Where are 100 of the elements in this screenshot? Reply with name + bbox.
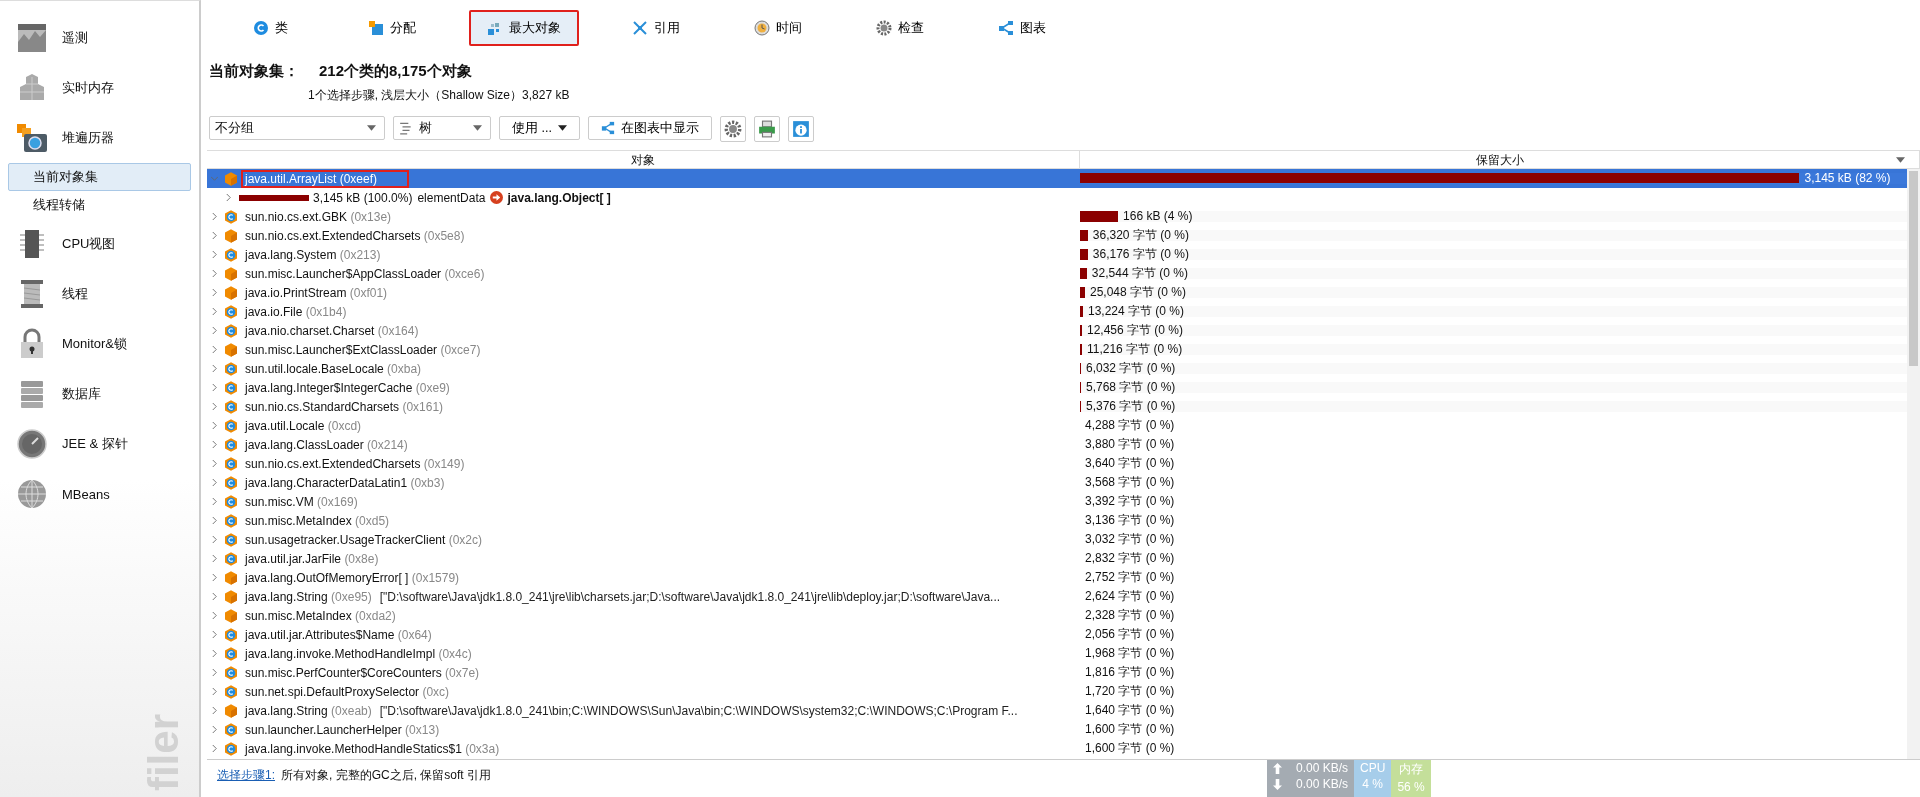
sidebar-item[interactable]: Monitor&锁 xyxy=(0,319,199,369)
table-row[interactable]: java.lang.CharacterDataLatin1 (0xb3) 3,568 字节 (0 %) xyxy=(207,473,1907,492)
size-bar xyxy=(239,194,309,201)
grouping-dropdown[interactable]: 不分组 xyxy=(209,116,385,140)
sidebar-subitem[interactable]: 当前对象集 xyxy=(8,163,191,191)
expand-icon[interactable] xyxy=(211,460,218,467)
table-row[interactable]: sun.misc.PerfCounter$CoreCounters (0x7e) 1,816 字节 (0 %) xyxy=(207,663,1907,682)
upload-icon xyxy=(1273,762,1282,774)
sidebar-item[interactable]: 线程 xyxy=(0,269,199,319)
class-icon xyxy=(225,209,237,224)
expand-icon[interactable] xyxy=(211,270,218,277)
retained-size: 4,288 字节 (0 %) xyxy=(1084,417,1176,434)
table-row[interactable]: sun.nio.cs.StandardCharsets (0x161) 5,376 字节 (0 %) xyxy=(207,397,1907,416)
table-row[interactable]: sun.util.locale.BaseLocale (0xba) 6,032 字节 (0 %) xyxy=(207,359,1907,378)
settings-button[interactable] xyxy=(719,116,746,142)
table-row[interactable]: sun.nio.cs.ext.ExtendedCharsets (0x149) 3,640 字节 (0 %) xyxy=(207,454,1907,473)
expand-icon[interactable] xyxy=(211,441,218,448)
table-row[interactable]: 3,145 kB (100.0%) elementData java.lang.Object[ ] xyxy=(207,188,1907,207)
expand-icon[interactable] xyxy=(211,251,218,258)
sidebar-item[interactable]: 遥测 xyxy=(0,13,199,63)
table-row[interactable]: java.util.ArrayList (0xeef) 3,145 kB (82 %) xyxy=(207,169,1907,188)
tab[interactable]: 类 xyxy=(225,10,315,46)
table-row[interactable]: java.util.jar.JarFile (0x8e) 2,832 字节 (0 %) xyxy=(207,549,1907,568)
table-row[interactable]: sun.misc.Launcher$AppClassLoader (0xce6) 32,544 字节 (0 %) xyxy=(207,264,1907,283)
expand-icon[interactable] xyxy=(211,289,218,296)
table-row[interactable]: java.lang.Integer$IntegerCache (0xe9) 5,768 字节 (0 %) xyxy=(207,378,1907,397)
table-row[interactable]: sun.usagetracker.UsageTrackerClient (0x2c) 3,032 字节 (0 %) xyxy=(207,530,1907,549)
expand-icon[interactable] xyxy=(211,403,218,410)
expand-icon[interactable] xyxy=(225,194,232,201)
tab[interactable]: 时间 xyxy=(733,10,823,46)
table-row[interactable]: sun.nio.cs.ext.GBK (0x13e) 166 kB (4 %) xyxy=(207,207,1907,226)
expand-icon[interactable] xyxy=(211,365,218,372)
expand-icon[interactable] xyxy=(211,384,218,391)
expand-icon[interactable] xyxy=(211,213,218,220)
tab[interactable]: 图表 xyxy=(977,10,1067,46)
expand-icon[interactable] xyxy=(211,745,218,752)
tab[interactable]: 最大对象 xyxy=(469,10,579,46)
show-in-graph-button[interactable]: 在图表中显示 xyxy=(587,116,712,140)
table-row[interactable]: sun.misc.MetaIndex (0xd5) 3,136 字节 (0 %) xyxy=(207,511,1907,530)
sidebar-item[interactable]: 实时内存 xyxy=(0,63,199,113)
table-row[interactable]: sun.misc.MetaIndex (0xda2) 2,328 字节 (0 %) xyxy=(207,606,1907,625)
sidebar-item[interactable]: 数据库 xyxy=(0,369,199,419)
table-row[interactable]: java.util.Locale (0xcd) 4,288 字节 (0 %) xyxy=(207,416,1907,435)
export-button[interactable] xyxy=(753,116,780,142)
sidebar-item[interactable]: 堆遍历器 xyxy=(0,113,199,163)
scrollbar[interactable] xyxy=(1907,169,1920,759)
expand-icon[interactable] xyxy=(211,688,218,695)
sidebar-item[interactable]: MBeans xyxy=(0,469,199,519)
expand-icon[interactable] xyxy=(211,308,218,315)
view-dropdown[interactable]: 树 xyxy=(393,116,491,140)
table-row[interactable]: java.lang.invoke.MethodHandleStatics$1 (0x3a) 1,600 字节 (0 %) xyxy=(207,739,1907,758)
table-row[interactable]: java.lang.invoke.MethodHandleImpl (0x4c) 1,968 字节 (0 %) xyxy=(207,644,1907,663)
table-row[interactable]: sun.net.spi.DefaultProxySelector (0xc) 1,720 字节 (0 %) xyxy=(207,682,1907,701)
retained-size: 13,224 字节 (0 %) xyxy=(1086,303,1185,320)
expand-icon[interactable] xyxy=(211,574,218,581)
expand-icon[interactable] xyxy=(211,669,218,676)
table-row[interactable]: java.lang.OutOfMemoryError[ ] (0x1579) 2,752 字节 (0 %) xyxy=(207,568,1907,587)
sidebar-item[interactable]: CPU视图 xyxy=(0,219,199,269)
caret-icon xyxy=(473,125,482,131)
expand-icon[interactable] xyxy=(211,707,218,714)
info-button[interactable] xyxy=(787,116,814,142)
sidebar-subitem[interactable]: 线程转储 xyxy=(8,191,191,219)
expand-icon[interactable] xyxy=(211,327,218,334)
table-row[interactable]: java.lang.System (0x213) 36,176 字节 (0 %) xyxy=(207,245,1907,264)
table-row[interactable]: sun.misc.VM (0x169) 3,392 字节 (0 %) xyxy=(207,492,1907,511)
retained-size: 2,832 字节 (0 %) xyxy=(1084,550,1176,567)
tab[interactable]: 引用 xyxy=(611,10,701,46)
expand-icon[interactable] xyxy=(211,422,218,429)
expand-icon[interactable] xyxy=(211,346,218,353)
expand-icon[interactable] xyxy=(211,536,218,543)
expand-icon[interactable] xyxy=(211,498,218,505)
table-row[interactable]: java.lang.String (0xeab) ["D:\software\Java\jdk1.8.0_241\bin;C:\WINDOWS\Sun\Java\bin;C:\WINDOWS\system32;C:\WINDOWS;C:\Program F... 1,640 字节 (0 %) xyxy=(207,701,1907,720)
tab[interactable]: 检查 xyxy=(855,10,945,46)
table-row[interactable]: java.lang.String (0xe95) ["D:\software\Java\jdk1.8.0_241\jre\lib\charsets.jar;D:\software\Java\jdk1.8.0_241\jre\lib\deploy.jar;D:\software\Java... 2,624 字节 (0 %) xyxy=(207,587,1907,606)
expand-icon[interactable] xyxy=(211,232,218,239)
table-row[interactable]: java.nio.charset.Charset (0x164) 12,456 字节 (0 %) xyxy=(207,321,1907,340)
expand-icon[interactable] xyxy=(211,517,218,524)
expand-icon[interactable] xyxy=(211,726,218,733)
table-row[interactable]: sun.launcher.LauncherHelper (0x13) 1,600 字节 (0 %) xyxy=(207,720,1907,739)
table-row[interactable]: java.io.File (0x1b4) 13,224 字节 (0 %) xyxy=(207,302,1907,321)
expand-icon[interactable] xyxy=(211,479,218,486)
expand-icon[interactable] xyxy=(211,593,218,600)
use-button[interactable]: 使用 ... xyxy=(499,116,580,140)
retained-size: 2,624 字节 (0 %) xyxy=(1084,588,1176,605)
expand-icon[interactable] xyxy=(211,612,218,619)
retained-size: 2,752 字节 (0 %) xyxy=(1084,569,1176,586)
expand-icon[interactable] xyxy=(211,555,218,562)
selection-step-link[interactable]: 选择步骤1: xyxy=(217,767,275,784)
table-row[interactable]: java.lang.ClassLoader (0x214) 3,880 字节 (0 %) xyxy=(207,435,1907,454)
expand-icon[interactable] xyxy=(211,631,218,638)
table-row[interactable]: java.io.PrintStream (0xf01) 25,048 字节 (0 %) xyxy=(207,283,1907,302)
table-row[interactable]: java.util.jar.Attributes$Name (0x64) 2,056 字节 (0 %) xyxy=(207,625,1907,644)
table-row[interactable]: sun.nio.cs.ext.ExtendedCharsets (0x5e8) 36,320 字节 (0 %) xyxy=(207,226,1907,245)
tab[interactable]: 分配 xyxy=(347,10,437,46)
sidebar-item[interactable]: JEE & 探针 xyxy=(0,419,199,469)
object-name: java.util.jar.Attributes$Name (0x64) xyxy=(243,626,433,644)
object-name: java.util.Locale (0xcd) xyxy=(243,417,363,435)
expand-icon[interactable] xyxy=(211,650,218,657)
table-row[interactable]: sun.misc.Launcher$ExtClassLoader (0xce7) 11,216 字节 (0 %) xyxy=(207,340,1907,359)
cpu-value: 4 % xyxy=(1362,777,1384,791)
